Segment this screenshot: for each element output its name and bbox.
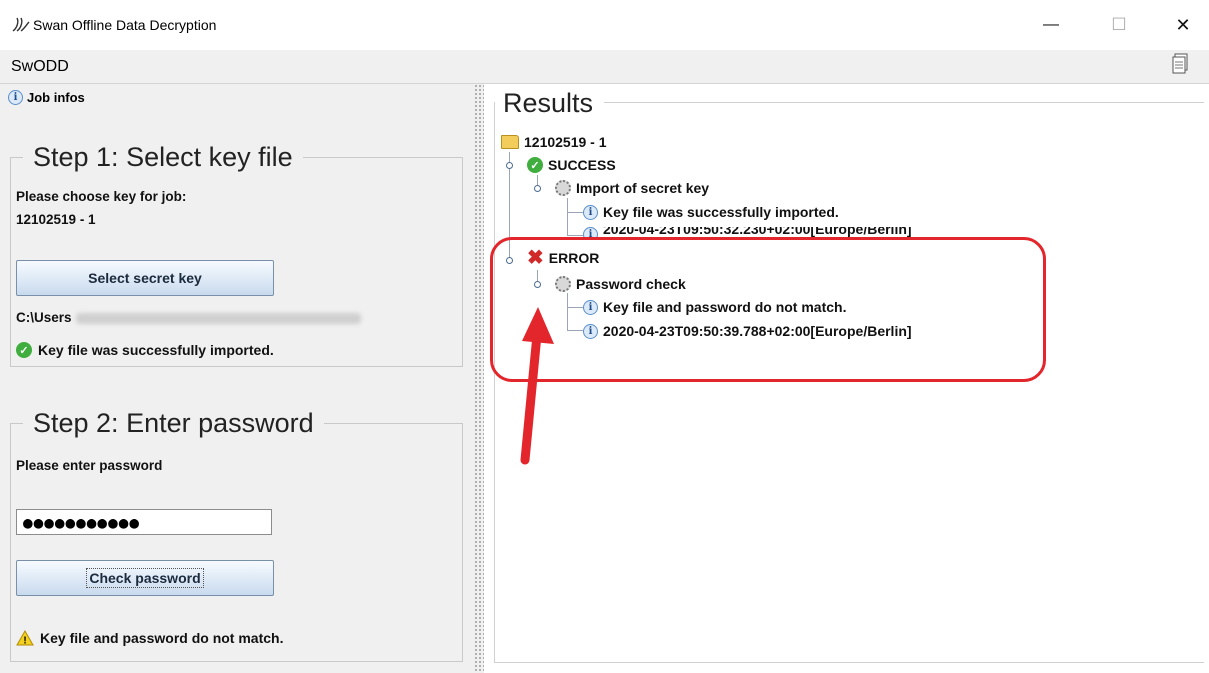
minimize-button[interactable]: — (1036, 10, 1066, 40)
tree-node-job[interactable]: 12102519 - 1 (501, 134, 607, 150)
svg-text:!: ! (23, 636, 26, 647)
results-border-left (494, 102, 495, 662)
step1-status: ✓ Key file was successfully imported. (16, 342, 274, 358)
tree-node-import-key[interactable]: Import of secret key (555, 180, 709, 196)
tree-leaf-message[interactable]: i Key file was successfully imported. (583, 204, 839, 220)
step1-title: Step 1: Select key file (33, 142, 293, 172)
window-title: Swan Offline Data Decryption (33, 17, 217, 33)
step1-status-text: Key file was successfully imported. (38, 342, 274, 358)
tree-node-success-label: SUCCESS (548, 157, 616, 173)
select-secret-key-button[interactable]: Select secret key (16, 260, 274, 296)
job-infos-label: Job infos (27, 90, 85, 105)
key-file-path-prefix: C:\Users (16, 310, 72, 325)
job-id: 12102519 - 1 (16, 212, 96, 227)
app-name: SwODD (11, 58, 69, 75)
step2-prompt: Please enter password (16, 458, 163, 473)
folder-icon (501, 135, 519, 149)
password-field[interactable]: ●●●●●●●●●●● (16, 509, 272, 535)
check-icon: ✓ (527, 157, 543, 173)
info-icon: i (583, 204, 598, 220)
maximize-icon: ☐ (1111, 15, 1127, 34)
results-border-top (604, 102, 1204, 103)
step1-prompt: Please choose key for job: (16, 189, 187, 204)
tree-expand-handle[interactable] (506, 162, 513, 169)
tree-line (567, 212, 583, 213)
document-icon[interactable] (1172, 53, 1190, 75)
tree-node-job-label: 12102519 - 1 (524, 134, 607, 150)
app-header: SwODD (0, 50, 1209, 84)
check-password-button[interactable]: Check password (16, 560, 274, 596)
close-button[interactable]: ✕ (1168, 10, 1198, 40)
blurred-path (75, 312, 361, 324)
tree-leaf-timestamp-text: 2020-04-23T09:50:32.230+02:00[Europe/Ber… (603, 227, 912, 237)
results-border-bottom (494, 662, 1204, 663)
results-title: Results (503, 88, 602, 119)
tree-line (567, 235, 583, 236)
maximize-button[interactable]: ☐ (1104, 10, 1134, 40)
tree-line (567, 198, 568, 235)
step2-status: ! Key file and password do not match. (16, 630, 283, 646)
panel-splitter[interactable] (474, 84, 484, 673)
info-icon: i (8, 90, 23, 105)
error-highlight-box (490, 237, 1046, 382)
tree-node-success[interactable]: ✓ SUCCESS (527, 157, 616, 173)
tree-leaf-message-text: Key file was successfully imported. (603, 204, 839, 220)
job-infos-header[interactable]: i Job infos (8, 90, 85, 105)
tree-node-import-key-label: Import of secret key (576, 180, 710, 196)
gear-icon (555, 180, 571, 196)
step1-panel: Step 1: Select key file (10, 142, 463, 367)
minimize-icon: — (1043, 16, 1059, 33)
close-icon: ✕ (1175, 14, 1191, 35)
swan-icon (12, 17, 30, 32)
key-file-path: C:\Users (16, 310, 361, 325)
warning-icon: ! (16, 630, 34, 646)
check-password-label: Check password (86, 568, 204, 588)
step2-status-text: Key file and password do not match. (40, 630, 284, 646)
step2-panel: Step 2: Enter password (10, 408, 463, 662)
tree-expand-handle[interactable] (534, 185, 541, 192)
check-icon: ✓ (16, 342, 32, 358)
step2-title: Step 2: Enter password (33, 408, 314, 438)
title-bar: Swan Offline Data Decryption — ☐ ✕ (0, 0, 1209, 50)
